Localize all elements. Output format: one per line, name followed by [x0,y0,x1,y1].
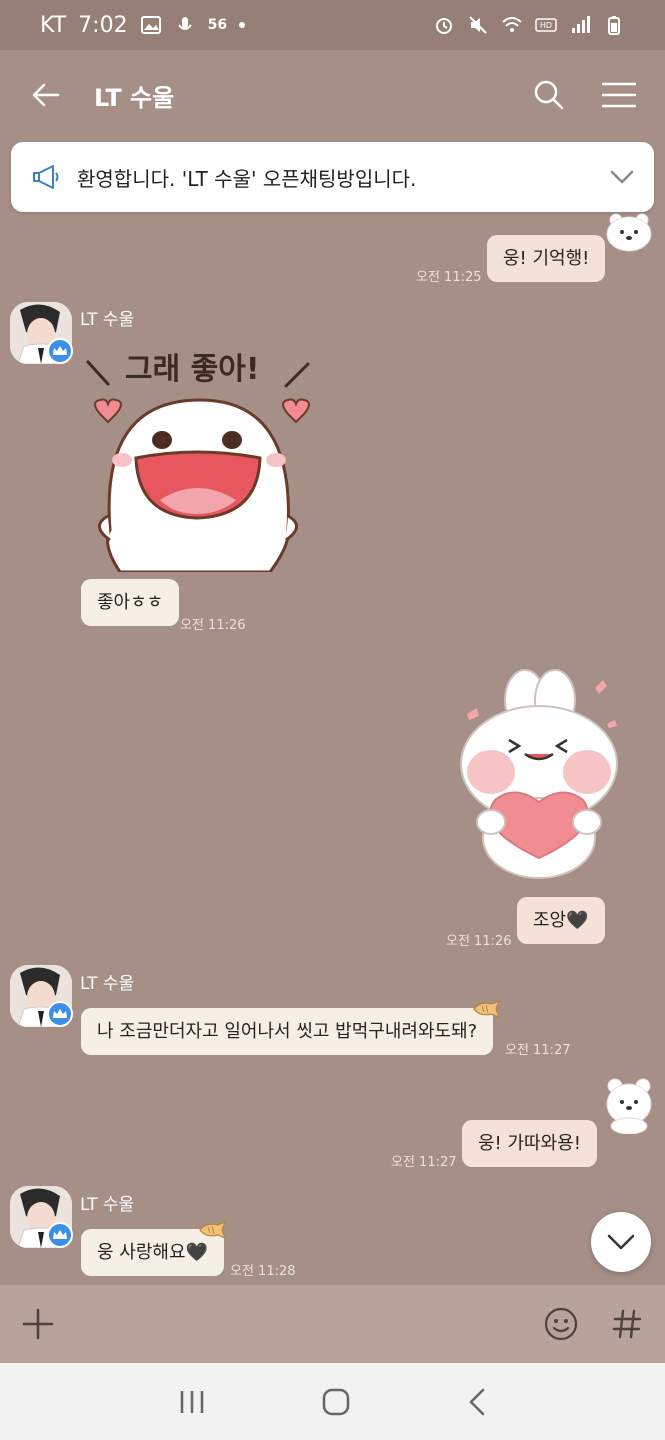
network-label: 56 [207,17,228,33]
wifi-icon [502,17,522,32]
carrier-label: KT [40,12,67,38]
message-time: 오전 11:26 [180,618,246,633]
signal-icon [572,16,590,33]
dot-icon [239,22,246,28]
emoticon-button[interactable] [543,1306,579,1342]
alarm-icon [436,18,452,34]
hd-icon: HD [535,18,557,32]
recent-apps-icon[interactable] [178,1389,206,1415]
my-message-bubble[interactable]: 조앙🖤 [517,897,605,945]
system-nav-bar [0,1363,665,1440]
crown-badge [47,1222,73,1248]
hashtag-button[interactable] [609,1306,645,1342]
message-time: 오전 11:28 [230,1264,296,1279]
nav-back-icon[interactable] [467,1387,487,1417]
message-time: 오전 11:27 [505,1043,571,1058]
attach-button[interactable] [20,1306,56,1342]
plus-icon [22,1308,54,1340]
sender-name: LT 수울 [80,310,135,330]
mic-icon [177,17,192,30]
chat-title: LT 수울 [94,83,175,112]
crown-badge [47,338,73,364]
message-text: 좋아ㅎㅎ [97,592,164,613]
hashtag-icon [612,1309,642,1339]
back-button[interactable] [28,77,64,113]
menu-icon [602,82,636,108]
message-text: 나 조금만더자고 일어나서 씻고 밥먹구내려와도돼? [97,1021,478,1042]
notice-text: 환영합니다. 'LT 수울' 오픈채팅방입니다. [77,166,417,191]
scroll-to-bottom-button[interactable] [591,1212,651,1272]
sender-name: LT 수울 [80,974,135,994]
menu-button[interactable] [601,77,637,113]
taiyaki-icon [199,1221,226,1239]
message-text: 웅! 가따와용! [478,1133,581,1154]
status-bar: KT 7:02 56 HD [0,0,665,50]
their-message-bubble[interactable]: 나 조금만더자고 일어나서 씻고 밥먹구내려와도돼? [81,1008,494,1056]
back-arrow-icon [32,83,60,107]
message-time: 오전 11:25 [416,270,482,285]
message-text: 웅! 기억행! [503,248,590,269]
search-button[interactable] [531,77,567,113]
chevron-down-icon[interactable] [610,169,634,185]
my-message-bubble[interactable]: 웅! 가따와용! [462,1120,597,1168]
image-icon [140,16,161,34]
mute-icon [469,16,487,34]
sender-name: LT 수울 [80,1195,135,1215]
bear-emoticon-icon [606,213,652,252]
battery-icon [608,16,620,35]
crown-badge [47,1001,73,1027]
crown-icon [53,346,67,355]
smiley-icon [544,1307,578,1341]
home-icon[interactable] [321,1387,351,1417]
bunny-heart-sticker-icon[interactable] [455,668,625,882]
message-text: 조앙🖤 [533,910,589,931]
smiling-face-sticker-icon [86,360,310,572]
message-input[interactable] [56,1294,543,1354]
search-icon [534,80,564,110]
chevron-down-icon [607,1234,635,1250]
my-message-bubble[interactable]: 웅! 기억행! [487,235,606,283]
megaphone-icon [33,165,59,189]
their-message-bubble[interactable]: 좋아ㅎㅎ [81,579,180,627]
message-time: 오전 11:26 [446,934,512,949]
message-text: 웅 사랑해요🖤 [97,1242,208,1263]
bear-emoticon-icon [606,1078,652,1134]
notice-banner[interactable]: 환영합니다. 'LT 수울' 오픈채팅방입니다. [11,142,654,212]
taiyaki-icon [473,1000,500,1018]
crown-icon [53,1009,67,1018]
clock: 7:02 [78,12,128,38]
svg-text:HD: HD [540,21,552,30]
crown-icon [53,1230,67,1239]
input-bar [0,1285,665,1363]
sticker[interactable]: 그래 좋아! [80,340,320,572]
chat-header: LT 수울 [0,50,665,140]
message-time: 오전 11:27 [391,1155,457,1170]
